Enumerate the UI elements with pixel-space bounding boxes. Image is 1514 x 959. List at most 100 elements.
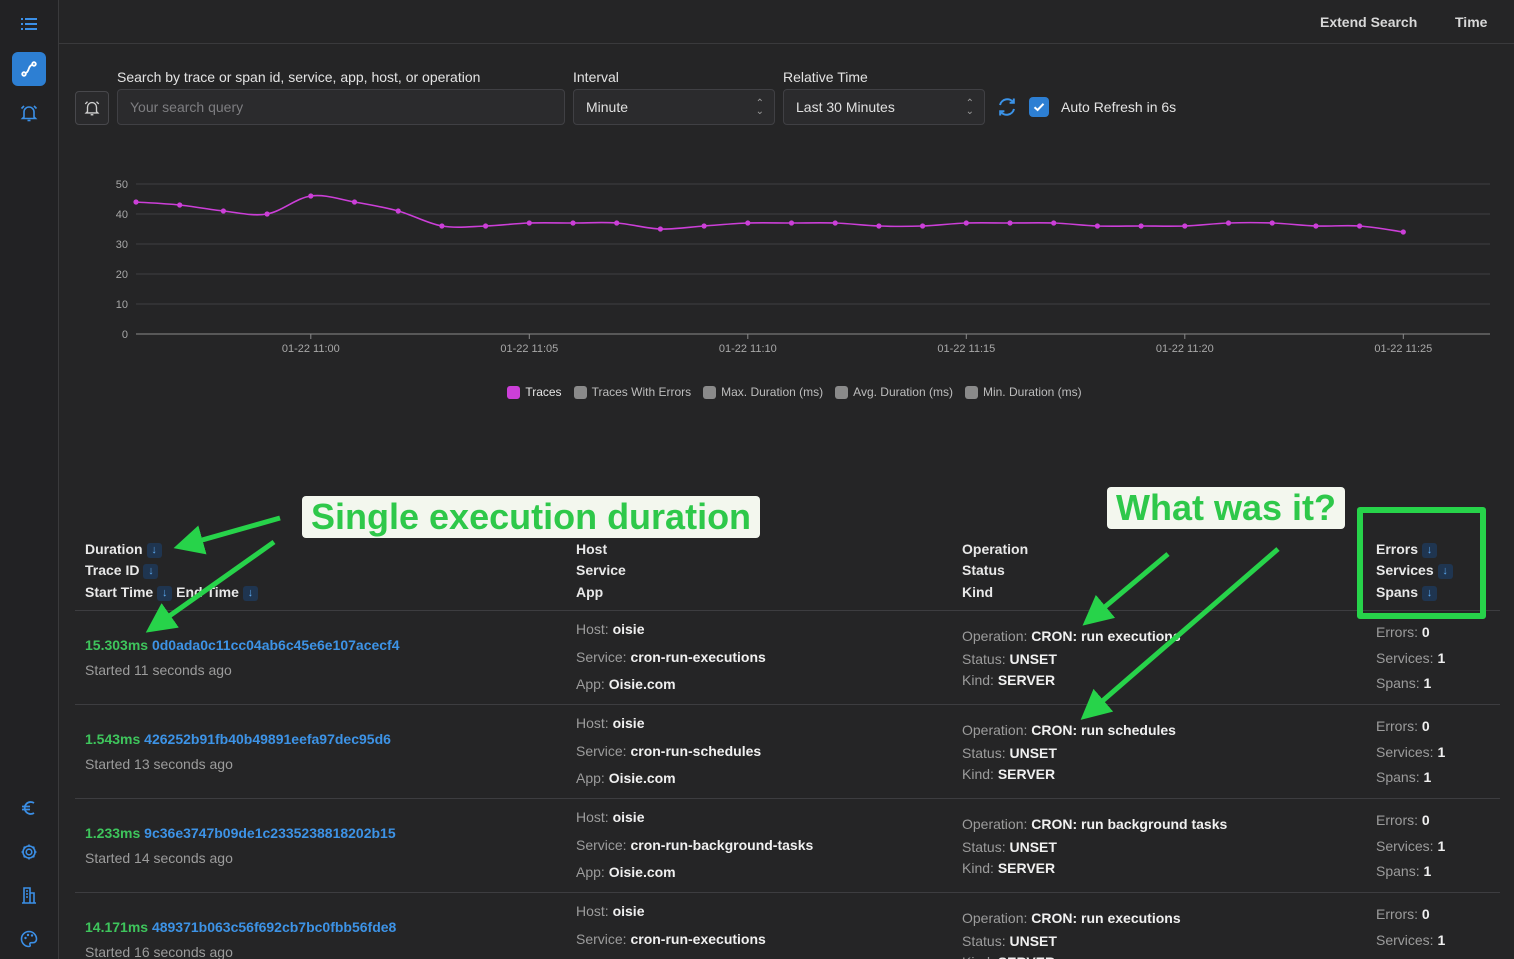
data-point bbox=[483, 223, 489, 229]
data-point bbox=[395, 208, 401, 214]
app-field: App: Oisie.com bbox=[576, 676, 676, 692]
data-point bbox=[264, 211, 270, 217]
data-point bbox=[745, 220, 751, 226]
search-field bbox=[117, 89, 565, 125]
trace-title: 14.171ms 489371b063c56f692cb7bc0fbb56fde… bbox=[85, 919, 396, 935]
search-input[interactable] bbox=[130, 99, 564, 115]
host-field: Host: oisie bbox=[576, 903, 645, 919]
legend-label: Min. Duration (ms) bbox=[982, 385, 1082, 399]
data-point bbox=[832, 220, 838, 226]
data-point bbox=[1313, 223, 1319, 229]
sort-arrow-icon[interactable]: ↓ bbox=[157, 585, 173, 601]
legend-label: Traces With Errors bbox=[591, 385, 692, 399]
data-point bbox=[1007, 220, 1013, 226]
errors-field: Errors: 0 bbox=[1376, 812, 1430, 828]
alarm-icon[interactable] bbox=[12, 96, 46, 130]
legend-swatch bbox=[964, 385, 978, 399]
header-trace-id[interactable]: Trace ID ↓ bbox=[85, 562, 159, 579]
sort-arrow-icon[interactable]: ↓ bbox=[242, 585, 258, 601]
interval-select[interactable]: Minute ⌃ ⌄ bbox=[573, 89, 775, 125]
started-time: Started 14 seconds ago bbox=[85, 850, 233, 866]
data-point bbox=[920, 223, 926, 229]
x-tick-label: 01-22 11:05 bbox=[500, 343, 558, 355]
header-service: Service bbox=[576, 562, 626, 578]
spans-field: Spans: 1 bbox=[1376, 675, 1432, 691]
trace-id-link[interactable]: 426252b91fb40b49891eefa97dec95d6 bbox=[144, 731, 391, 747]
table-row[interactable]: 15.303ms 0d0ada0c11cc04ab6c45e6e107acecf… bbox=[75, 610, 1500, 704]
legend-label: Traces bbox=[525, 385, 562, 399]
data-point bbox=[570, 220, 576, 226]
table-row[interactable]: 14.171ms 489371b063c56f692cb7bc0fbb56fde… bbox=[75, 892, 1500, 959]
kind-field: Kind: SERVER bbox=[962, 672, 1056, 688]
duration-value: 14.171ms bbox=[85, 919, 149, 935]
legend-item[interactable]: Traces bbox=[507, 385, 562, 399]
data-point bbox=[220, 208, 226, 214]
spans-field: Spans: 1 bbox=[1376, 863, 1432, 879]
list-icon[interactable] bbox=[12, 7, 46, 41]
sort-arrow-icon[interactable]: ↓ bbox=[146, 542, 162, 558]
started-time: Started 13 seconds ago bbox=[85, 756, 233, 772]
legend-item[interactable]: Max. Duration (ms) bbox=[703, 385, 823, 399]
trace-title: 1.543ms 426252b91fb40b49891eefa97dec95d6 bbox=[85, 731, 391, 747]
trace-id-link[interactable]: 9c36e3747b09de1c2335238818202b15 bbox=[144, 825, 395, 841]
palette-icon[interactable] bbox=[12, 922, 46, 956]
legend-item[interactable]: Traces With Errors bbox=[573, 385, 692, 399]
trace-id-link[interactable]: 0d0ada0c11cc04ab6c45e6e107acecf4 bbox=[152, 637, 400, 653]
header-duration[interactable]: Duration ↓ bbox=[85, 541, 162, 558]
alert-bell-button[interactable] bbox=[75, 91, 109, 125]
legend-swatch bbox=[703, 385, 717, 399]
top-bar: Extend Search Time bbox=[59, 0, 1514, 44]
gear-icon[interactable] bbox=[12, 835, 46, 869]
annotation-what: What was it? bbox=[1107, 487, 1346, 529]
extend-search-link[interactable]: Extend Search bbox=[1320, 14, 1417, 30]
status-field: Status: UNSET bbox=[962, 839, 1057, 855]
data-point bbox=[308, 193, 314, 199]
legend-item[interactable]: Avg. Duration (ms) bbox=[835, 385, 953, 399]
header-app: App bbox=[576, 584, 604, 600]
interval-label: Interval bbox=[573, 69, 619, 85]
header-host: Host bbox=[576, 541, 608, 557]
relative-time-select[interactable]: Last 30 Minutes ⌃ ⌄ bbox=[783, 89, 985, 125]
table-row[interactable]: 1.543ms 426252b91fb40b49891eefa97dec95d6… bbox=[75, 704, 1500, 798]
header-start-time[interactable]: Start Time ↓ End Time ↓ bbox=[85, 584, 258, 601]
euro-icon[interactable] bbox=[12, 791, 46, 825]
trace-title: 15.303ms 0d0ada0c11cc04ab6c45e6e107acecf… bbox=[85, 637, 400, 653]
y-tick-label: 10 bbox=[116, 299, 128, 311]
data-point bbox=[701, 223, 707, 229]
errors-field: Errors: 0 bbox=[1376, 718, 1430, 734]
x-tick-label: 01-22 11:20 bbox=[1156, 343, 1214, 355]
table-row[interactable]: 1.233ms 9c36e3747b09de1c2335238818202b15… bbox=[75, 798, 1500, 892]
legend-item[interactable]: Min. Duration (ms) bbox=[964, 385, 1082, 399]
sidebar bbox=[0, 0, 59, 959]
data-point bbox=[526, 220, 532, 226]
data-point bbox=[614, 220, 620, 226]
time-link[interactable]: Time bbox=[1455, 14, 1487, 30]
service-field: Service: cron-run-executions bbox=[576, 931, 766, 947]
header-kind: Kind bbox=[962, 584, 994, 600]
operation-field: Operation: CRON: run executions bbox=[962, 628, 1181, 644]
spans-field: Spans: 1 bbox=[1376, 769, 1432, 785]
services-field: Services: 1 bbox=[1376, 838, 1446, 854]
annotation-highlight-box bbox=[1357, 507, 1486, 619]
sort-arrow-icon[interactable]: ↓ bbox=[143, 563, 159, 579]
kind-field: Kind: SERVER bbox=[962, 860, 1056, 876]
refresh-icon[interactable] bbox=[996, 96, 1018, 118]
auto-refresh-checkbox[interactable] bbox=[1029, 97, 1049, 117]
data-point bbox=[876, 223, 882, 229]
traces-icon[interactable] bbox=[12, 52, 46, 86]
started-time: Started 11 seconds ago bbox=[85, 662, 232, 678]
host-field: Host: oisie bbox=[576, 621, 645, 637]
building-icon[interactable] bbox=[12, 878, 46, 912]
kind-field: Kind: SERVER bbox=[962, 954, 1055, 959]
services-field: Services: 1 bbox=[1376, 932, 1446, 948]
y-tick-label: 20 bbox=[116, 269, 128, 281]
operation-field: Operation: CRON: run schedules bbox=[962, 722, 1176, 738]
data-point bbox=[963, 220, 969, 226]
status-field: Status: UNSET bbox=[962, 933, 1057, 949]
y-tick-label: 0 bbox=[122, 329, 128, 341]
trace-title: 1.233ms 9c36e3747b09de1c2335238818202b15 bbox=[85, 825, 396, 841]
trace-id-link[interactable]: 489371b063c56f692cb7bc0fbb56fde8 bbox=[152, 919, 396, 935]
status-field: Status: UNSET bbox=[962, 745, 1057, 761]
chevron-updown-icon: ⌃ ⌄ bbox=[965, 98, 974, 117]
bell-icon bbox=[84, 101, 100, 116]
